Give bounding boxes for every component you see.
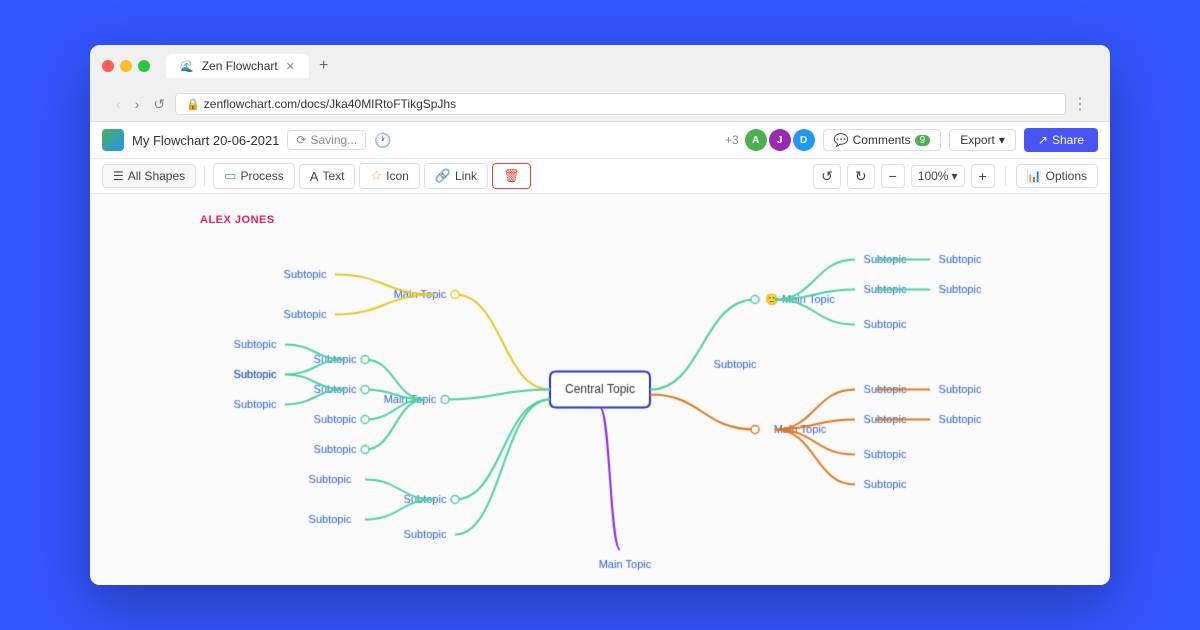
zoom-chevron-icon: ▾ (951, 169, 957, 183)
new-tab-button[interactable]: + (313, 53, 334, 79)
tab-close-icon[interactable]: ✕ (286, 60, 295, 73)
rotate-left-button[interactable]: ↺ (813, 164, 841, 189)
link-label: Link (455, 169, 477, 183)
save-icon: ⟳ (296, 133, 306, 147)
zoom-level[interactable]: 100% ▾ (911, 165, 965, 187)
more-options-button[interactable]: ⋮ (1072, 94, 1088, 114)
active-tab[interactable]: 🌊 Zen Flowchart ✕ (166, 54, 309, 78)
doc-title: My Flowchart 20-06-2021 (132, 133, 279, 148)
text-label: Text (322, 169, 344, 183)
avatar-a: A (745, 129, 767, 151)
browser-window: 🌊 Zen Flowchart ✕ + ‹ › ↺ 🔒 zenflowchart… (90, 45, 1110, 585)
zoom-out-button[interactable]: − (881, 164, 905, 188)
export-label: Export (960, 133, 995, 147)
options-icon: 📊 (1027, 169, 1042, 183)
app-icon (102, 129, 124, 151)
share-icon: ↗ (1038, 133, 1048, 147)
zoom-in-button[interactable]: + (971, 164, 995, 188)
canvas-area[interactable]: ALEX JONES (90, 194, 1110, 585)
process-label: Process (240, 169, 283, 183)
back-button[interactable]: ‹ (112, 94, 125, 114)
traffic-lights (102, 60, 150, 72)
comments-button[interactable]: 💬 Comments 9 (823, 129, 942, 151)
toolbar-divider-2 (1005, 166, 1006, 186)
collab-count: +3 (725, 133, 739, 147)
comments-badge: 9 (915, 135, 931, 146)
text-tool[interactable]: A Text (299, 164, 356, 189)
all-shapes-dropdown[interactable]: ☰ All Shapes (102, 164, 196, 188)
comments-label: Comments (853, 133, 911, 147)
toolbar-right: ↺ ↻ − 100% ▾ + 📊 Options (813, 164, 1098, 189)
save-status: ⟳ Saving... (287, 130, 366, 150)
share-button[interactable]: ↗ Share (1024, 128, 1098, 152)
title-bar: 🌊 Zen Flowchart ✕ + (102, 53, 1098, 79)
maximize-button[interactable] (138, 60, 150, 72)
avatar-d: D (793, 129, 815, 151)
shapes-menu-icon: ☰ (113, 169, 124, 183)
process-icon: ▭ (224, 168, 236, 184)
link-icon: 🔗 (435, 168, 451, 184)
zoom-value: 100% (918, 169, 949, 183)
icon-tool[interactable]: ☆ Icon (359, 163, 419, 189)
url-text: zenflowchart.com/docs/Jka40MIRtoFTikgSpJ… (204, 97, 456, 111)
delete-tool[interactable]: 🗑 (492, 163, 531, 189)
close-button[interactable] (102, 60, 114, 72)
toolbar-divider-1 (204, 166, 205, 186)
star-icon: ☆ (370, 168, 382, 184)
delete-icon: 🗑 (503, 168, 520, 184)
tab-bar: 🌊 Zen Flowchart ✕ + (166, 53, 334, 79)
export-chevron-icon: ▾ (999, 133, 1005, 147)
rotate-right-button[interactable]: ↻ (847, 164, 875, 189)
minimize-button[interactable] (120, 60, 132, 72)
icon-label: Icon (386, 169, 409, 183)
browser-chrome: 🌊 Zen Flowchart ✕ + ‹ › ↺ 🔒 zenflowchart… (90, 45, 1110, 122)
process-tool[interactable]: ▭ Process (213, 163, 295, 189)
mindmap-canvas[interactable] (90, 194, 1110, 585)
comments-icon: 💬 (834, 133, 849, 147)
lock-icon: 🔒 (186, 98, 200, 111)
text-icon: A (310, 169, 319, 184)
app-toolbar: My Flowchart 20-06-2021 ⟳ Saving... 🕐 +3… (90, 122, 1110, 159)
forward-button[interactable]: › (131, 94, 144, 114)
url-bar[interactable]: 🔒 zenflowchart.com/docs/Jka40MIRtoFTikgS… (175, 93, 1066, 115)
all-shapes-label: All Shapes (128, 169, 185, 183)
address-bar: ‹ › ↺ 🔒 zenflowchart.com/docs/Jka40MIRto… (102, 87, 1098, 121)
tab-title: Zen Flowchart (202, 59, 278, 73)
options-button[interactable]: 📊 Options (1016, 164, 1098, 188)
options-label: Options (1046, 169, 1087, 183)
refresh-button[interactable]: ↺ (149, 94, 169, 115)
export-button[interactable]: Export ▾ (949, 129, 1016, 151)
share-label: Share (1052, 133, 1084, 147)
user-cursor-label: ALEX JONES (200, 214, 275, 226)
shapes-toolbar: ☰ All Shapes ▭ Process A Text ☆ Icon 🔗 L… (90, 159, 1110, 194)
collaborators: +3 A J D (725, 129, 815, 151)
save-text: Saving... (310, 133, 357, 147)
link-tool[interactable]: 🔗 Link (424, 163, 488, 189)
avatar-j: J (769, 129, 791, 151)
history-button[interactable]: 🕐 (374, 132, 391, 149)
